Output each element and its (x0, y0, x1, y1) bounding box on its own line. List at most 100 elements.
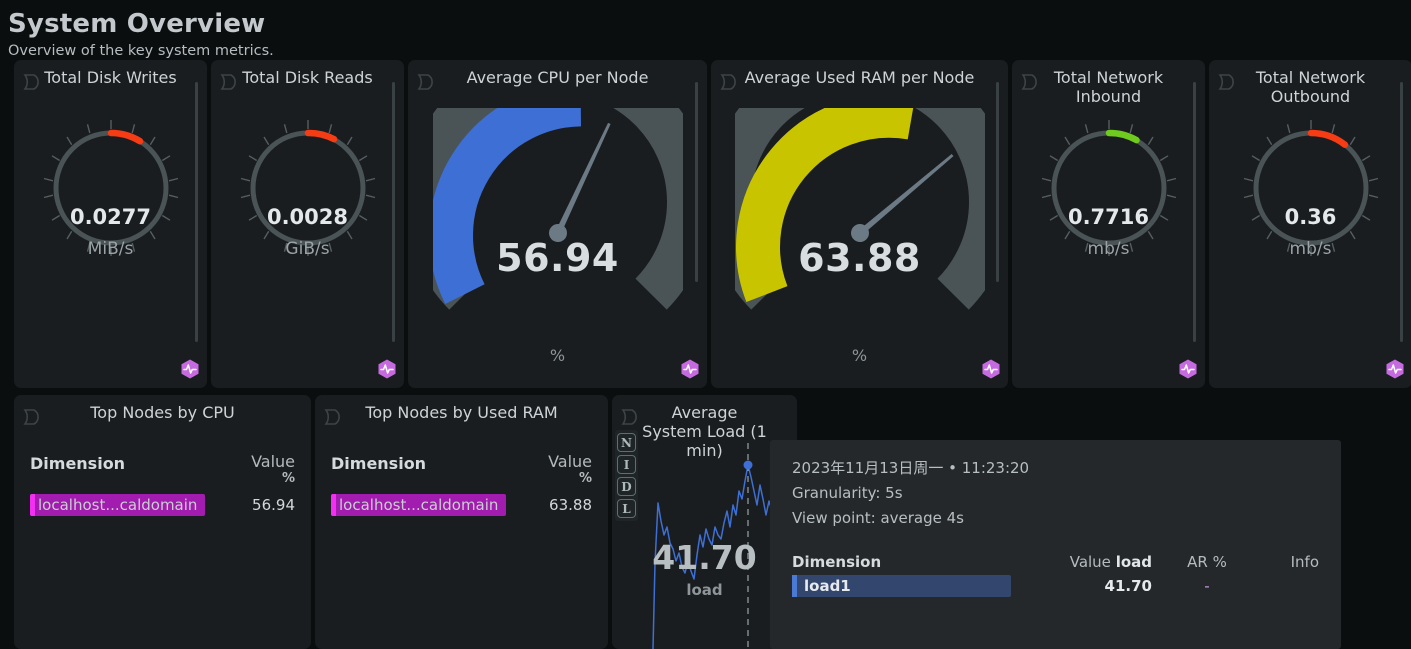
card-header: Top Nodes by Used RAM (315, 395, 608, 443)
tooltip-timestamp: 2023年11月13日周一 • 11:23:20 (792, 456, 1319, 481)
leaf-icon[interactable] (416, 72, 438, 92)
gauge-total-network-outbound: 0.36 mb/s (1209, 108, 1411, 358)
gauge-total-network-inbound: 0.7716 mb/s (1012, 108, 1205, 358)
dimension-label: localhost...caldomain (30, 496, 197, 514)
tooltip-value-cell: 41.70 (1022, 577, 1152, 595)
table-row[interactable]: localhost...caldomain 56.94 (30, 493, 295, 517)
card-header: Total Network Inbound (1012, 60, 1205, 108)
tooltip-col-value-prefix: Value (1070, 553, 1116, 571)
bottom-card-row: Top Nodes by CPU Dimension Value % local… (14, 395, 797, 649)
card-header: Average Used RAM per Node (711, 60, 1008, 108)
arc-gauge-svg (433, 108, 683, 323)
tooltip-col-ar: AR % (1152, 553, 1262, 571)
card-average-cpu-per-node[interactable]: Average CPU per Node 56.94 % 0.00 100.00 (408, 60, 707, 388)
netdata-hex-icon[interactable] (980, 358, 1002, 380)
tooltip-dimension-bar-marker (792, 575, 797, 597)
card-header: Total Disk Reads (211, 60, 404, 108)
gauge-average-used-ram: 63.88 % 0.00 100.00 (711, 108, 1008, 360)
tooltip-dimension-cell: load1 (792, 575, 1022, 597)
col-value-unit: % (251, 470, 295, 487)
card-header: Average CPU per Node (408, 60, 707, 108)
tooltip-ar-cell: - (1152, 577, 1262, 595)
donut-gauge-svg (1231, 108, 1391, 268)
page-title: System Overview (8, 8, 1411, 40)
col-value-group: Value % (251, 453, 295, 487)
card-title: Average CPU per Node (408, 68, 707, 87)
dimension-bar[interactable]: localhost...caldomain (331, 494, 506, 516)
gauge-total-disk-writes: 0.0277 MiB/s (14, 108, 207, 358)
netdata-hex-icon[interactable] (179, 358, 201, 380)
gauge-value: 63.88 (711, 236, 1008, 280)
gauge-min-label: 0.00 (464, 386, 506, 388)
tooltip-granularity: Granularity: 5s (792, 481, 1319, 506)
leaf-icon[interactable] (1217, 72, 1239, 92)
nidl-button-d[interactable]: D (617, 477, 636, 496)
dimension-value: 63.88 (539, 496, 592, 514)
card-title: Top Nodes by Used RAM (315, 403, 608, 422)
gauge-min-label: 0.00 (767, 386, 809, 388)
gauge-value: 56.94 (408, 236, 707, 280)
tooltip-table: Dimension Value load AR % Info load1 41.… (792, 553, 1319, 597)
gauge-total-disk-reads: 0.0028 GiB/s (211, 108, 404, 358)
chart-side-toolbar: N I D L (615, 430, 638, 521)
tooltip-table-row[interactable]: load1 41.70 - (792, 575, 1319, 597)
col-dimension: Dimension (331, 453, 426, 475)
tooltip-col-value: Value load (1022, 553, 1152, 571)
dimension-table-header: Dimension Value % (331, 453, 592, 493)
gauge-average-cpu: 56.94 % 0.00 100.00 (408, 108, 707, 360)
donut-gauge-svg (31, 108, 191, 268)
card-header: Total Network Outbound (1209, 60, 1411, 108)
nidl-button-l[interactable]: L (617, 499, 636, 518)
tooltip-table-header: Dimension Value load AR % Info (792, 553, 1319, 575)
dashboard-page: System Overview Overview of the key syst… (0, 0, 1411, 649)
gauge-max-label: 100.00 (585, 386, 651, 388)
card-top-nodes-by-cpu[interactable]: Top Nodes by CPU Dimension Value % local… (14, 395, 311, 649)
col-value: Value (251, 453, 295, 470)
dimension-table: Dimension Value % localhost...caldomain … (14, 443, 311, 517)
dimension-table-header: Dimension Value % (30, 453, 295, 493)
card-total-network-outbound[interactable]: Total Network Outbound (1209, 60, 1411, 388)
dimension-value: 56.94 (242, 496, 295, 514)
dimension-bar[interactable]: localhost...caldomain (30, 494, 205, 516)
leaf-icon[interactable] (719, 72, 741, 92)
card-average-used-ram-per-node[interactable]: Average Used RAM per Node 63.88 % 0.00 1… (711, 60, 1008, 388)
nidl-button-n[interactable]: N (617, 433, 636, 452)
card-total-disk-writes[interactable]: Total Disk Writes (14, 60, 207, 388)
dimension-table: Dimension Value % localhost...caldomain … (315, 443, 608, 517)
card-header: Top Nodes by CPU (14, 395, 311, 443)
tooltip-view-point: View point: average 4s (792, 506, 1319, 531)
chart-tooltip: 2023年11月13日周一 • 11:23:20 Granularity: 5s… (770, 440, 1341, 649)
card-title: Top Nodes by CPU (14, 403, 311, 422)
tooltip-dimension-bar[interactable]: load1 (792, 575, 1011, 597)
leaf-icon[interactable] (323, 407, 345, 427)
netdata-hex-icon[interactable] (1177, 358, 1199, 380)
card-total-network-inbound[interactable]: Total Network Inbound (1012, 60, 1205, 388)
tooltip-dimension-label: load1 (792, 577, 851, 595)
table-row[interactable]: localhost...caldomain 63.88 (331, 493, 592, 517)
tooltip-col-dimension: Dimension (792, 553, 1022, 571)
top-card-row: Total Disk Writes (14, 60, 1411, 388)
gauge-max-label: 100.00 (886, 386, 952, 388)
leaf-icon[interactable] (1020, 72, 1042, 92)
leaf-icon[interactable] (22, 407, 44, 427)
card-total-disk-reads[interactable]: Total Disk Reads (211, 60, 404, 388)
page-header: System Overview Overview of the key syst… (0, 0, 1411, 61)
card-title: Total Network Outbound (1209, 68, 1411, 106)
card-top-nodes-by-used-ram[interactable]: Top Nodes by Used RAM Dimension Value % … (315, 395, 608, 649)
gauge-unit: % (711, 346, 1008, 365)
card-title: Average Used RAM per Node (711, 68, 1008, 87)
arc-gauge-svg (735, 108, 985, 323)
leaf-icon[interactable] (620, 407, 642, 427)
card-header: Average System Load (1 min) (612, 395, 797, 443)
card-header: Total Disk Writes (14, 60, 207, 108)
netdata-hex-icon[interactable] (679, 358, 701, 380)
donut-gauge-svg (228, 108, 388, 268)
dimension-label: localhost...caldomain (331, 496, 498, 514)
netdata-hex-icon[interactable] (376, 358, 398, 380)
col-value-unit: % (548, 470, 592, 487)
nidl-button-i[interactable]: I (617, 455, 636, 474)
gauge-unit: % (408, 346, 707, 365)
netdata-hex-icon[interactable] (1384, 358, 1406, 380)
leaf-icon[interactable] (219, 72, 241, 92)
leaf-icon[interactable] (22, 72, 44, 92)
